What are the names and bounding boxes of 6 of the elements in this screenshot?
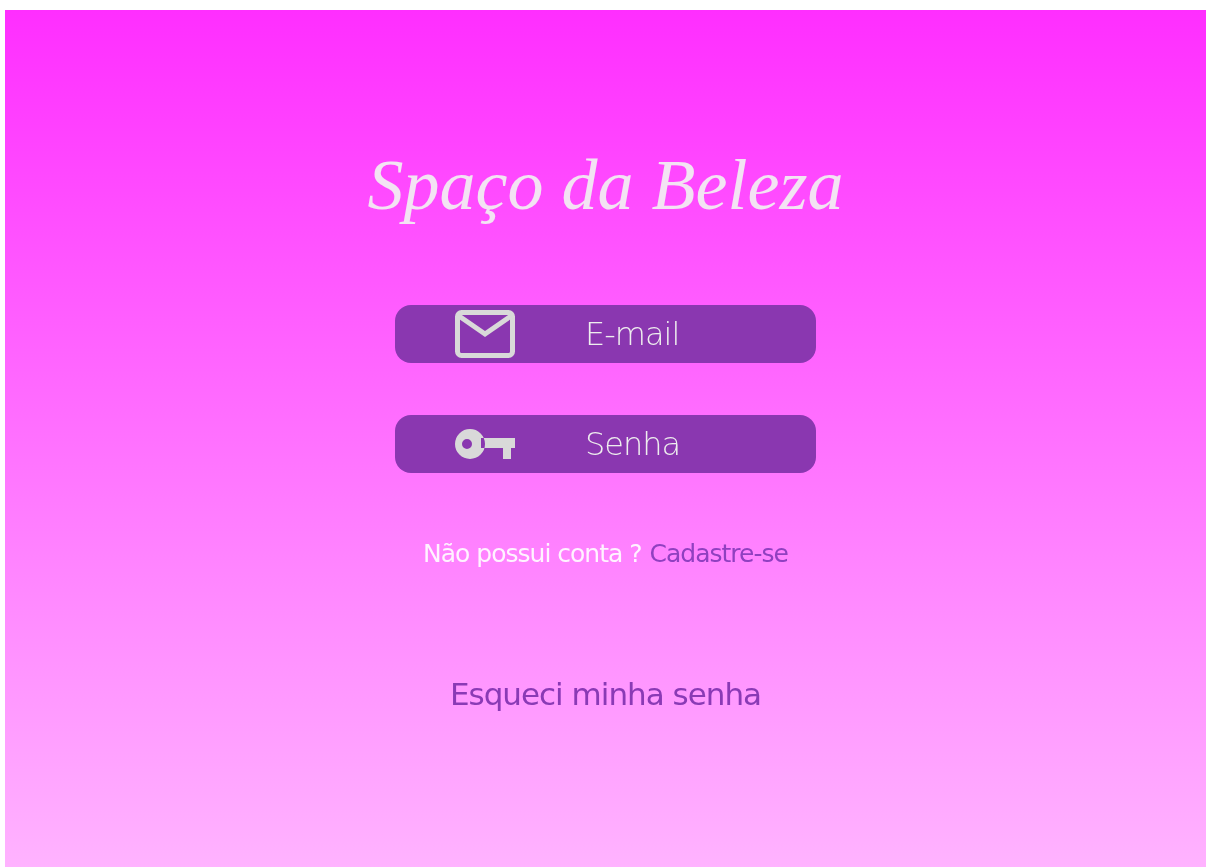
signup-prompt: Não possui conta ? [423, 539, 642, 568]
password-field[interactable]: Senha [395, 415, 816, 473]
email-field[interactable]: E-mail [395, 305, 816, 363]
forgot-password-link[interactable]: Esqueci minha senha [449, 676, 762, 712]
app-title: Spaço da Beleza [367, 144, 844, 227]
signup-link[interactable]: Cadastre-se [649, 539, 788, 568]
